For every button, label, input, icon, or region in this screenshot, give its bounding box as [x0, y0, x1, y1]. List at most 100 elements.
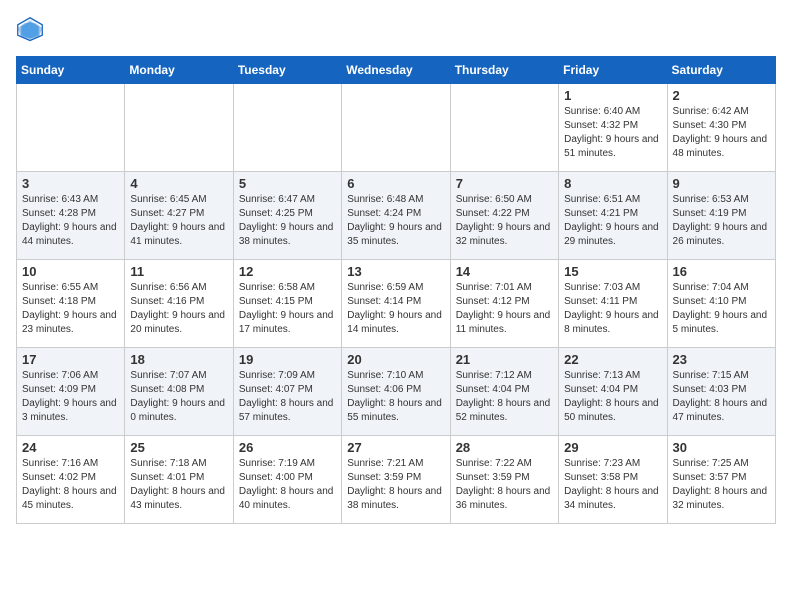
day-info: Sunrise: 7:01 AM Sunset: 4:12 PM Dayligh…: [456, 281, 553, 337]
calendar-cell: [233, 84, 341, 172]
calendar-cell: 11Sunrise: 6:56 AM Sunset: 4:16 PM Dayli…: [125, 260, 233, 348]
day-header-tuesday: Tuesday: [233, 57, 341, 84]
calendar-cell: [450, 84, 558, 172]
calendar-cell: 8 Sunrise: 6:51 AM Sunset: 4:21 PM Daylig…: [559, 172, 667, 260]
calendar-cell: 30Sunrise: 7:25 AM Sunset: 3:57 PM Dayli…: [667, 436, 775, 524]
day-header-thursday: Thursday: [450, 57, 558, 84]
day-info: Sunrise: 7:19 AM Sunset: 4:00 PM Dayligh…: [239, 457, 336, 513]
day-header-monday: Monday: [125, 57, 233, 84]
calendar-cell: 3 Sunrise: 6:43 AM Sunset: 4:28 PM Daylig…: [17, 172, 125, 260]
day-info: Sunrise: 7:07 AM Sunset: 4:08 PM Dayligh…: [130, 369, 227, 425]
day-info: Sunrise: 7:10 AM Sunset: 4:06 PM Dayligh…: [347, 369, 444, 425]
header: [16, 16, 776, 44]
day-number: 18: [130, 352, 227, 367]
day-number: 8: [564, 176, 661, 191]
day-info: Sunrise: 7:21 AM Sunset: 3:59 PM Dayligh…: [347, 457, 444, 513]
calendar-cell: 28 Sunrise: 7:22 AM Sunset: 3:59 PM Dayli…: [450, 436, 558, 524]
logo-icon: [16, 16, 44, 44]
day-info: Sunrise: 6:55 AM Sunset: 4:18 PM Dayligh…: [22, 281, 119, 337]
day-header-saturday: Saturday: [667, 57, 775, 84]
calendar-week-row: 3 Sunrise: 6:43 AM Sunset: 4:28 PM Daylig…: [17, 172, 776, 260]
day-info: Sunrise: 7:03 AM Sunset: 4:11 PM Dayligh…: [564, 281, 661, 337]
day-info: Sunrise: 7:16 AM Sunset: 4:02 PM Dayligh…: [22, 457, 119, 513]
calendar-cell: 23 Sunrise: 7:15 AM Sunset: 4:03 PM Dayli…: [667, 348, 775, 436]
day-info: Sunrise: 6:48 AM Sunset: 4:24 PM Dayligh…: [347, 193, 444, 249]
calendar-cell: 20 Sunrise: 7:10 AM Sunset: 4:06 PM Dayli…: [342, 348, 450, 436]
calendar-cell: 26 Sunrise: 7:19 AM Sunset: 4:00 PM Dayli…: [233, 436, 341, 524]
day-number: 9: [673, 176, 770, 191]
day-info: Sunrise: 7:15 AM Sunset: 4:03 PM Dayligh…: [673, 369, 770, 425]
day-number: 27: [347, 440, 444, 455]
calendar-cell: 6 Sunrise: 6:48 AM Sunset: 4:24 PM Daylig…: [342, 172, 450, 260]
day-info: Sunrise: 6:42 AM Sunset: 4:30 PM Dayligh…: [673, 105, 770, 161]
day-number: 29: [564, 440, 661, 455]
day-number: 19: [239, 352, 336, 367]
calendar-cell: [342, 84, 450, 172]
day-info: Sunrise: 6:59 AM Sunset: 4:14 PM Dayligh…: [347, 281, 444, 337]
day-number: 2: [673, 88, 770, 103]
calendar-cell: 2 Sunrise: 6:42 AM Sunset: 4:30 PM Daylig…: [667, 84, 775, 172]
day-info: Sunrise: 6:40 AM Sunset: 4:32 PM Dayligh…: [564, 105, 661, 161]
day-info: Sunrise: 7:18 AM Sunset: 4:01 PM Dayligh…: [130, 457, 227, 513]
day-number: 11: [130, 264, 227, 279]
day-info: Sunrise: 6:50 AM Sunset: 4:22 PM Dayligh…: [456, 193, 553, 249]
day-number: 24: [22, 440, 119, 455]
calendar-week-row: 17Sunrise: 7:06 AM Sunset: 4:09 PM Dayli…: [17, 348, 776, 436]
day-number: 6: [347, 176, 444, 191]
calendar-cell: 10 Sunrise: 6:55 AM Sunset: 4:18 PM Dayli…: [17, 260, 125, 348]
day-info: Sunrise: 7:22 AM Sunset: 3:59 PM Dayligh…: [456, 457, 553, 513]
day-header-wednesday: Wednesday: [342, 57, 450, 84]
day-info: Sunrise: 7:25 AM Sunset: 3:57 PM Dayligh…: [673, 457, 770, 513]
day-number: 26: [239, 440, 336, 455]
calendar-cell: 21 Sunrise: 7:12 AM Sunset: 4:04 PM Dayli…: [450, 348, 558, 436]
day-info: Sunrise: 6:47 AM Sunset: 4:25 PM Dayligh…: [239, 193, 336, 249]
logo: [16, 16, 48, 44]
calendar-cell: 17Sunrise: 7:06 AM Sunset: 4:09 PM Dayli…: [17, 348, 125, 436]
calendar-cell: 25 Sunrise: 7:18 AM Sunset: 4:01 PM Dayli…: [125, 436, 233, 524]
day-number: 13: [347, 264, 444, 279]
calendar-cell: 24 Sunrise: 7:16 AM Sunset: 4:02 PM Dayli…: [17, 436, 125, 524]
day-number: 20: [347, 352, 444, 367]
calendar-table: SundayMondayTuesdayWednesdayThursdayFrid…: [16, 56, 776, 524]
calendar-cell: 27 Sunrise: 7:21 AM Sunset: 3:59 PM Dayli…: [342, 436, 450, 524]
day-number: 17: [22, 352, 119, 367]
day-number: 28: [456, 440, 553, 455]
day-info: Sunrise: 7:23 AM Sunset: 3:58 PM Dayligh…: [564, 457, 661, 513]
calendar-cell: 1 Sunrise: 6:40 AM Sunset: 4:32 PM Daylig…: [559, 84, 667, 172]
calendar-cell: 14 Sunrise: 7:01 AM Sunset: 4:12 PM Dayli…: [450, 260, 558, 348]
day-number: 12: [239, 264, 336, 279]
day-info: Sunrise: 7:13 AM Sunset: 4:04 PM Dayligh…: [564, 369, 661, 425]
calendar-cell: 5 Sunrise: 6:47 AM Sunset: 4:25 PM Daylig…: [233, 172, 341, 260]
day-number: 1: [564, 88, 661, 103]
day-number: 3: [22, 176, 119, 191]
day-number: 7: [456, 176, 553, 191]
day-number: 14: [456, 264, 553, 279]
day-info: Sunrise: 7:09 AM Sunset: 4:07 PM Dayligh…: [239, 369, 336, 425]
calendar-week-row: 24 Sunrise: 7:16 AM Sunset: 4:02 PM Dayli…: [17, 436, 776, 524]
calendar-cell: [125, 84, 233, 172]
calendar-cell: 22Sunrise: 7:13 AM Sunset: 4:04 PM Dayli…: [559, 348, 667, 436]
calendar-cell: 29 Sunrise: 7:23 AM Sunset: 3:58 PM Dayli…: [559, 436, 667, 524]
calendar-cell: 4 Sunrise: 6:45 AM Sunset: 4:27 PM Daylig…: [125, 172, 233, 260]
day-info: Sunrise: 7:04 AM Sunset: 4:10 PM Dayligh…: [673, 281, 770, 337]
day-info: Sunrise: 6:45 AM Sunset: 4:27 PM Dayligh…: [130, 193, 227, 249]
day-number: 21: [456, 352, 553, 367]
calendar-cell: 19 Sunrise: 7:09 AM Sunset: 4:07 PM Dayli…: [233, 348, 341, 436]
day-info: Sunrise: 6:53 AM Sunset: 4:19 PM Dayligh…: [673, 193, 770, 249]
day-number: 10: [22, 264, 119, 279]
day-number: 5: [239, 176, 336, 191]
day-header-friday: Friday: [559, 57, 667, 84]
day-info: Sunrise: 7:12 AM Sunset: 4:04 PM Dayligh…: [456, 369, 553, 425]
day-number: 16: [673, 264, 770, 279]
day-number: 23: [673, 352, 770, 367]
calendar-cell: 7 Sunrise: 6:50 AM Sunset: 4:22 PM Daylig…: [450, 172, 558, 260]
day-number: 25: [130, 440, 227, 455]
day-info: Sunrise: 6:51 AM Sunset: 4:21 PM Dayligh…: [564, 193, 661, 249]
calendar-week-row: 1 Sunrise: 6:40 AM Sunset: 4:32 PM Daylig…: [17, 84, 776, 172]
calendar-cell: 18 Sunrise: 7:07 AM Sunset: 4:08 PM Dayli…: [125, 348, 233, 436]
day-number: 4: [130, 176, 227, 191]
calendar-week-row: 10 Sunrise: 6:55 AM Sunset: 4:18 PM Dayli…: [17, 260, 776, 348]
day-info: Sunrise: 6:43 AM Sunset: 4:28 PM Dayligh…: [22, 193, 119, 249]
calendar-cell: 16 Sunrise: 7:04 AM Sunset: 4:10 PM Dayli…: [667, 260, 775, 348]
day-header-sunday: Sunday: [17, 57, 125, 84]
